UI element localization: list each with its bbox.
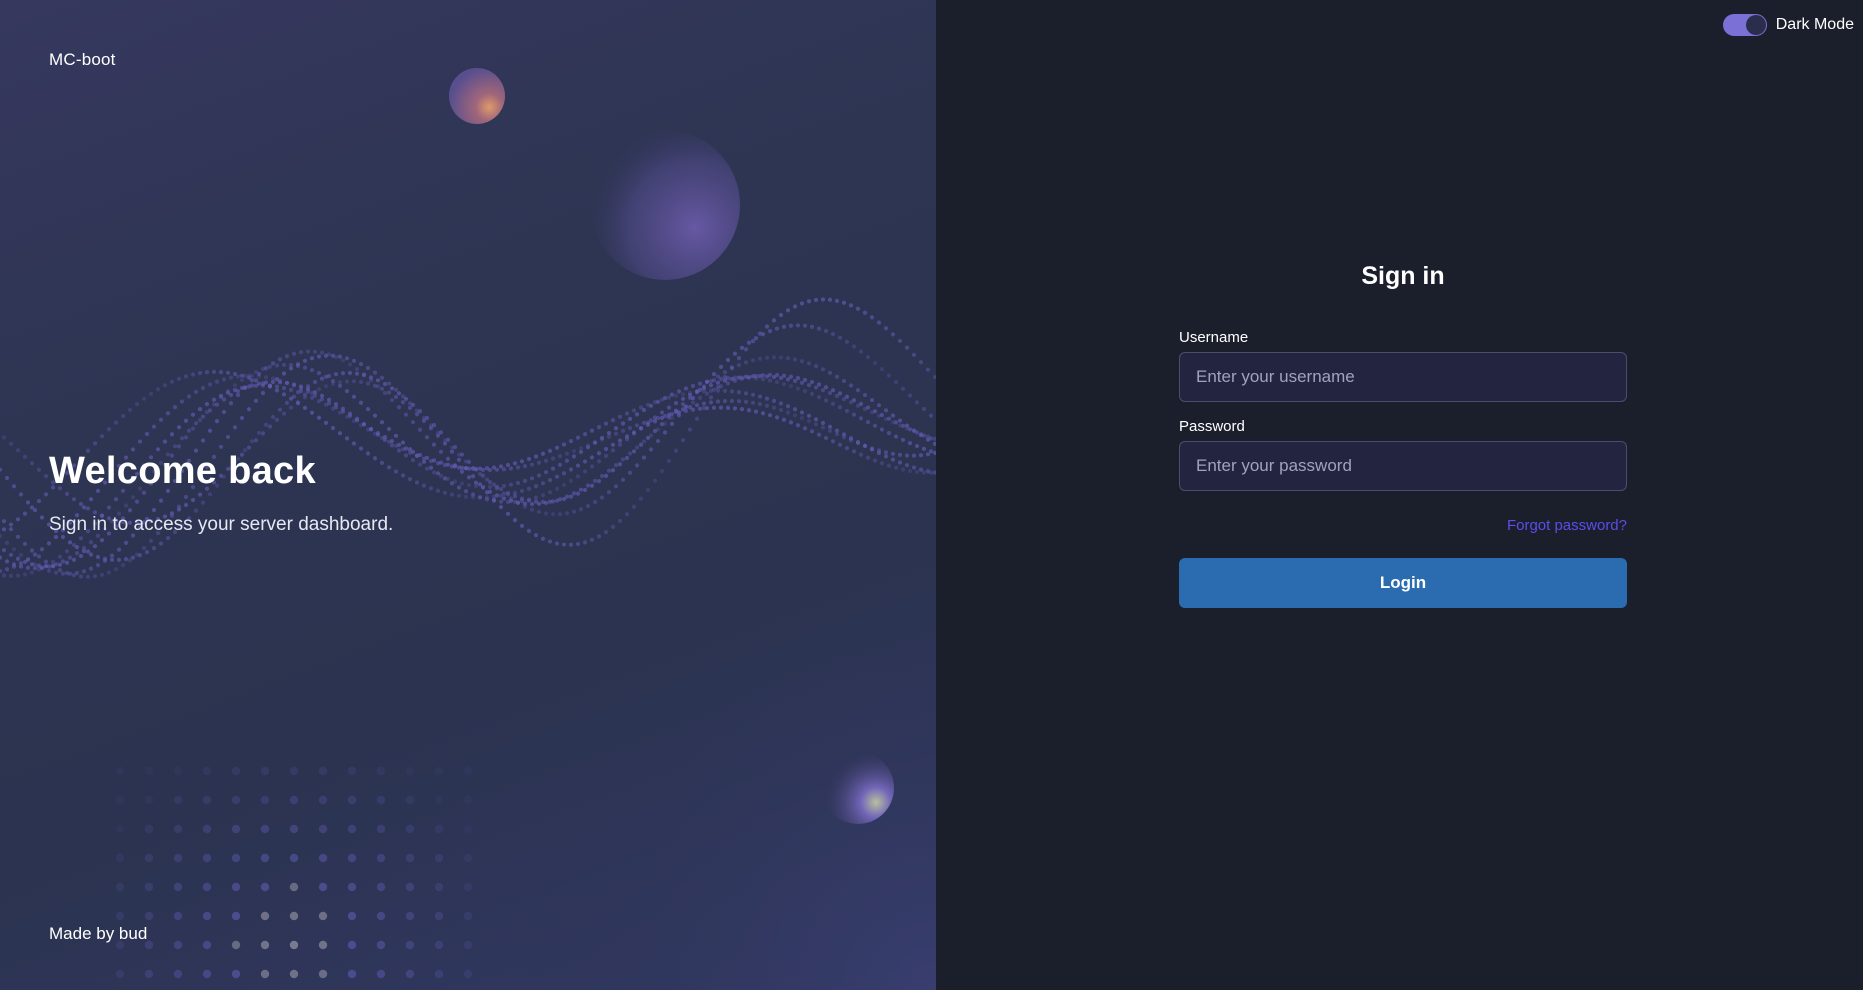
brand-name: MC-boot	[49, 50, 116, 69]
hero-subtitle: Sign in to access your server dashboard.	[49, 514, 394, 535]
login-button[interactable]: Login	[1179, 558, 1627, 608]
hero-title: Welcome back	[49, 450, 316, 492]
password-input[interactable]	[1179, 441, 1627, 491]
auth-panel: Dark Mode Sign in Username Password Forg…	[936, 0, 1863, 990]
dot-grid	[115, 766, 473, 979]
orb-lower	[822, 752, 894, 824]
username-label: Username	[1179, 329, 1249, 346]
hero-background-art	[0, 68, 936, 990]
login-page: MC-boot Welcome back Sign in to access y…	[0, 0, 1863, 990]
password-label: Password	[1179, 418, 1245, 435]
dark-mode-label: Dark Mode	[1775, 16, 1854, 33]
login-form: Sign in Username Password Forgot passwor…	[1179, 262, 1627, 608]
username-input[interactable]	[1179, 352, 1627, 402]
forgot-row: Forgot password?	[1179, 517, 1627, 535]
password-group: Password	[1179, 418, 1627, 491]
switch-icon[interactable]	[1722, 14, 1767, 36]
form-title: Sign in	[1361, 262, 1445, 290]
switch-knob	[1745, 15, 1766, 35]
orb-small	[449, 68, 505, 124]
forgot-password-link[interactable]: Forgot password?	[1507, 517, 1627, 534]
dark-mode-toggle[interactable]: Dark Mode	[1722, 14, 1854, 36]
username-group: Username	[1179, 329, 1627, 402]
orb-large	[590, 130, 740, 280]
hero-panel: MC-boot Welcome back Sign in to access y…	[0, 0, 936, 990]
footer-credit: Made by bud	[49, 924, 148, 943]
